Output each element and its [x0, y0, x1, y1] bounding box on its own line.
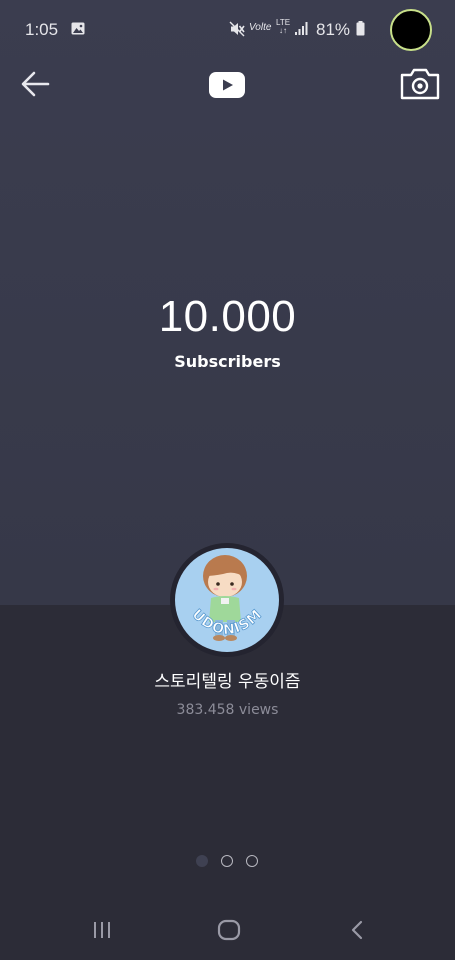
screenshot-camera-button[interactable]	[399, 66, 441, 102]
lte-indicator: LTE ↓↑	[276, 18, 291, 35]
avatar-illustration: UDONISM	[175, 548, 279, 652]
channel-avatar[interactable]: UDONISM	[170, 543, 284, 657]
subscriber-label: Subscribers	[174, 352, 281, 371]
battery-percent: 81%	[316, 20, 351, 39]
signal-icon	[295, 22, 308, 35]
camera-icon	[400, 68, 440, 100]
chevron-left-icon	[351, 920, 363, 940]
system-nav-bar	[0, 905, 455, 960]
page-indicator	[196, 855, 266, 869]
recent-apps-icon	[94, 922, 110, 938]
lte-label: LTE	[276, 18, 291, 27]
channel-name: 스토리텔링 우동이즘	[154, 672, 301, 692]
home-button[interactable]	[209, 915, 249, 945]
mute-icon	[229, 21, 245, 37]
volte-indicator: Volte	[249, 22, 272, 33]
page-dot-1[interactable]	[196, 855, 208, 867]
youtube-logo-icon	[209, 72, 245, 98]
page-dot-3[interactable]	[246, 855, 258, 867]
back-button[interactable]	[16, 65, 54, 103]
home-icon	[217, 919, 241, 941]
channel-views: 383.458 views	[176, 702, 279, 718]
screen: 1:05 Volte LTE ↓↑ 81% 10.000 Subscribers…	[0, 0, 455, 960]
nav-back-button[interactable]	[337, 915, 377, 945]
recent-apps-button[interactable]	[82, 915, 122, 945]
battery-icon	[356, 21, 365, 36]
status-bar: 1:05 Volte LTE ↓↑ 81%	[0, 0, 455, 60]
arrow-left-icon	[21, 71, 50, 97]
page-dot-2[interactable]	[221, 855, 233, 867]
gallery-icon	[71, 22, 85, 35]
front-camera-cutout	[390, 9, 432, 51]
subscriber-count: 10.000	[158, 292, 297, 341]
status-time: 1:05	[25, 20, 59, 39]
